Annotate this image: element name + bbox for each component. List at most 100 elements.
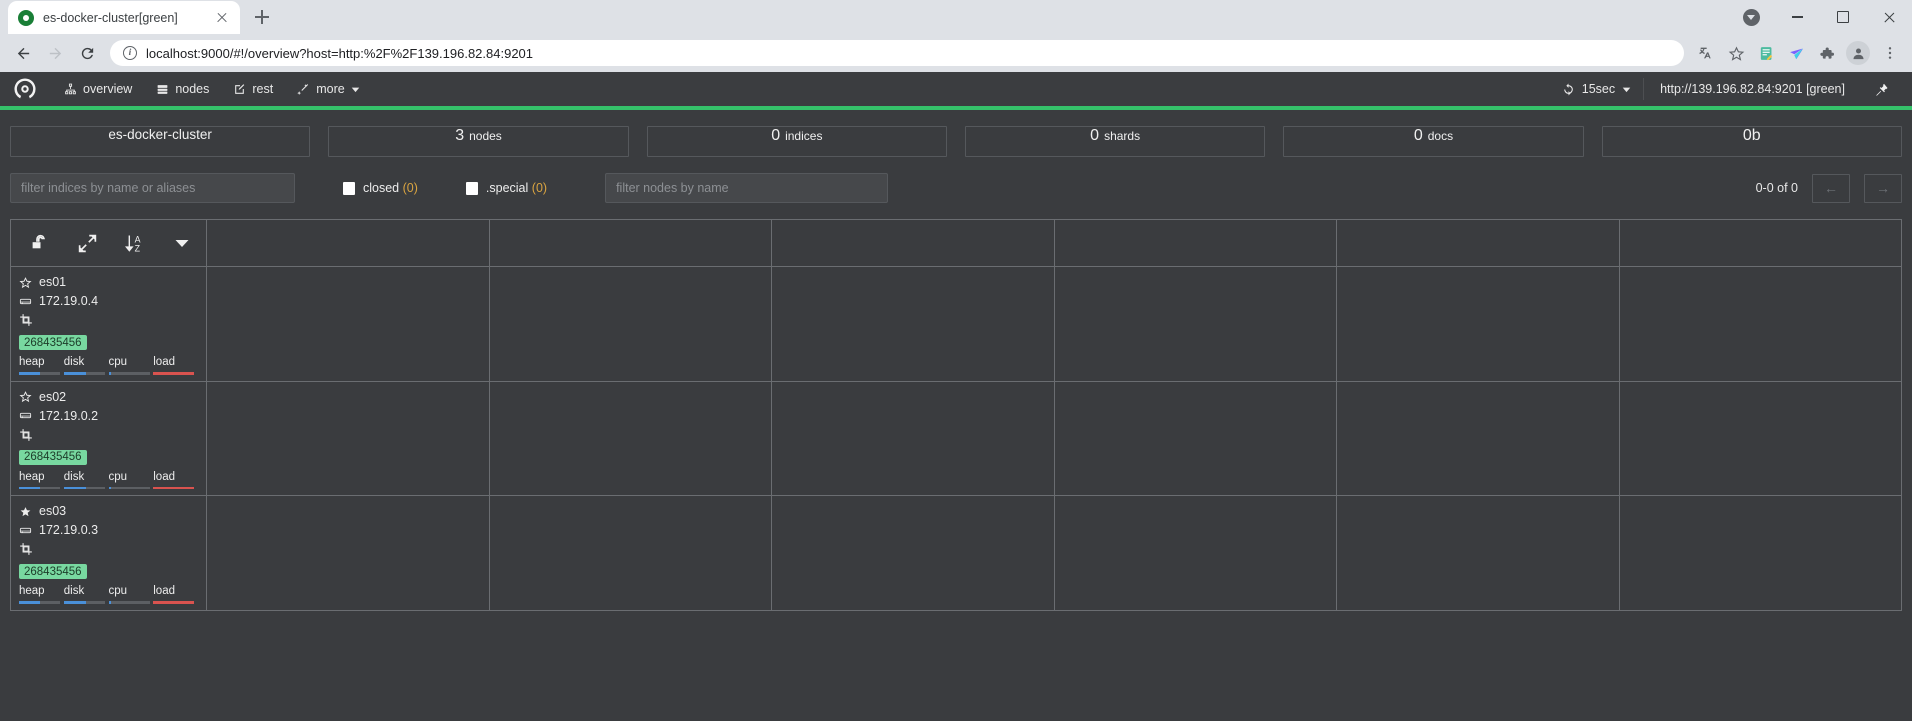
cerebro-logo-icon[interactable] xyxy=(12,76,38,102)
profile-avatar[interactable] xyxy=(1846,41,1870,65)
table-cell xyxy=(1336,380,1620,496)
node-heap-badge: 268435456 xyxy=(19,335,87,350)
node-role-line xyxy=(19,428,198,442)
puzzle-extension-icon[interactable] xyxy=(1812,39,1840,67)
metric-disk: disk xyxy=(63,356,109,375)
back-button[interactable] xyxy=(8,38,38,68)
stat-card-nodes[interactable]: 3 nodes xyxy=(328,126,629,157)
prev-page-button[interactable]: ← xyxy=(1812,173,1850,203)
nav-item-rest[interactable]: rest xyxy=(223,76,283,102)
cluster-stats-row: es-docker-cluster 3 nodes 0 indices 0 sh… xyxy=(0,110,1912,157)
metric-label: heap xyxy=(19,585,45,597)
node-card-es03[interactable]: es03 172.19.0.3 268435456 heap disk cpu … xyxy=(10,495,207,611)
closed-count: (0) xyxy=(402,181,418,195)
reload-button[interactable] xyxy=(72,38,102,68)
sort-alpha-asc-icon[interactable]: A Z xyxy=(112,220,159,266)
table-header-cell xyxy=(1336,219,1620,267)
metric-cpu: cpu xyxy=(108,356,154,375)
metric-disk: disk xyxy=(63,585,109,604)
table-cell xyxy=(488,380,772,496)
nav-item-more[interactable]: more xyxy=(287,76,369,102)
indices-nodes-table-wrap: A Z es01 172.19.0.4 268435456 heap disk … xyxy=(0,203,1912,611)
stat-card-docs[interactable]: 0 docs xyxy=(1283,126,1584,157)
metric-heap: heap xyxy=(19,470,64,489)
table-cell xyxy=(1618,266,1902,382)
translate-icon[interactable] xyxy=(1692,39,1720,67)
browser-tab[interactable]: es-docker-cluster[green] xyxy=(8,1,240,34)
node-card-es01[interactable]: es01 172.19.0.4 268435456 heap disk cpu … xyxy=(10,266,207,382)
special-indices-checkbox[interactable]: .special (0) xyxy=(465,181,547,195)
nodes-filter-input[interactable] xyxy=(605,173,889,203)
node-card-es02[interactable]: es02 172.19.0.2 268435456 heap disk cpu … xyxy=(10,380,207,496)
checkbox-box[interactable] xyxy=(465,181,478,195)
table-cell xyxy=(1336,266,1620,382)
table-cell xyxy=(1053,380,1337,496)
chevron-down-icon[interactable] xyxy=(159,220,206,266)
expand-arrows-icon[interactable] xyxy=(64,220,111,266)
new-tab-button[interactable] xyxy=(248,3,276,31)
nav-item-nodes[interactable]: nodes xyxy=(146,76,219,102)
nav-links: overview nodes rest more xyxy=(54,76,370,102)
navbar-right: 15sec http://139.196.82.84:9201 [green] xyxy=(1550,76,1900,103)
nodes-count-label: nodes xyxy=(469,129,502,143)
checkbox-box[interactable] xyxy=(343,181,355,195)
browser-toolbar: i localhost:9000/#!/overview?host=http:%… xyxy=(0,34,1912,72)
nav-label-more: more xyxy=(316,82,345,96)
shards-count-value: 0 xyxy=(1090,127,1100,144)
table-cell xyxy=(771,495,1055,611)
closed-checkbox-label: closed (0) xyxy=(363,181,418,195)
metric-load: load xyxy=(153,471,198,489)
notes-extension-icon[interactable] xyxy=(1752,39,1780,67)
cluster-host-label[interactable]: http://139.196.82.84:9201 [green] xyxy=(1644,76,1861,102)
node-name: es01 xyxy=(39,275,67,289)
data-node-icon xyxy=(20,314,32,326)
table-cell xyxy=(1053,495,1337,611)
node-name-line: es02 xyxy=(19,390,198,404)
node-heap-badge: 268435456 xyxy=(19,564,87,579)
extension-icon[interactable] xyxy=(1782,39,1810,67)
stat-card-shards[interactable]: 0 shards xyxy=(964,126,1266,157)
unlock-icon[interactable] xyxy=(17,220,64,266)
minimize-button[interactable] xyxy=(1774,0,1820,34)
table-header-cell xyxy=(488,219,772,267)
table-cell xyxy=(1053,266,1337,382)
browser-chrome: es-docker-cluster[green] i localhost:900… xyxy=(0,0,1912,72)
close-icon[interactable] xyxy=(214,10,230,26)
refresh-interval-selector[interactable]: 15sec xyxy=(1550,76,1643,102)
table-cell xyxy=(206,495,490,611)
stat-card-size[interactable]: 0b xyxy=(1601,126,1902,157)
table-header-cell xyxy=(1618,219,1902,267)
downloads-button[interactable] xyxy=(1728,0,1774,34)
stat-card-indices[interactable]: 0 indices xyxy=(646,126,947,157)
app-navbar: overview nodes rest more 15sec http://13… xyxy=(0,72,1912,106)
stat-card-cluster-name[interactable]: es-docker-cluster xyxy=(10,126,311,157)
plug-icon[interactable] xyxy=(1861,76,1900,103)
downloads-icon xyxy=(1742,8,1760,26)
metric-label: cpu xyxy=(108,356,128,368)
address-bar[interactable]: i localhost:9000/#!/overview?host=http:%… xyxy=(110,40,1684,66)
metric-cpu: cpu xyxy=(108,585,154,604)
node-metrics: heap disk cpu load xyxy=(19,356,198,375)
next-page-button[interactable]: → xyxy=(1864,173,1902,203)
table-cell xyxy=(1618,495,1902,611)
maximize-button[interactable] xyxy=(1820,0,1866,34)
chrome-menu-icon[interactable] xyxy=(1876,39,1904,67)
refresh-icon xyxy=(1563,83,1573,95)
site-info-icon[interactable]: i xyxy=(123,46,137,60)
forward-button[interactable] xyxy=(40,38,70,68)
metric-label: cpu xyxy=(108,470,128,483)
metric-track xyxy=(153,372,195,375)
metric-label: heap xyxy=(19,470,45,483)
node-name: es03 xyxy=(39,504,67,518)
window-close-button[interactable] xyxy=(1866,0,1912,34)
nav-label-overview: overview xyxy=(83,82,133,96)
node-ip: 172.19.0.3 xyxy=(39,523,99,537)
docs-count-label: docs xyxy=(1427,129,1454,143)
magic-wand-icon xyxy=(297,83,309,95)
node-ip-line: 172.19.0.2 xyxy=(19,409,198,423)
closed-indices-checkbox[interactable]: closed (0) xyxy=(343,181,418,195)
bookmark-star-icon[interactable] xyxy=(1722,39,1750,67)
nav-item-overview[interactable]: overview xyxy=(54,76,142,102)
indices-filter-input[interactable] xyxy=(10,173,295,203)
tab-title: es-docker-cluster[green] xyxy=(43,10,178,25)
